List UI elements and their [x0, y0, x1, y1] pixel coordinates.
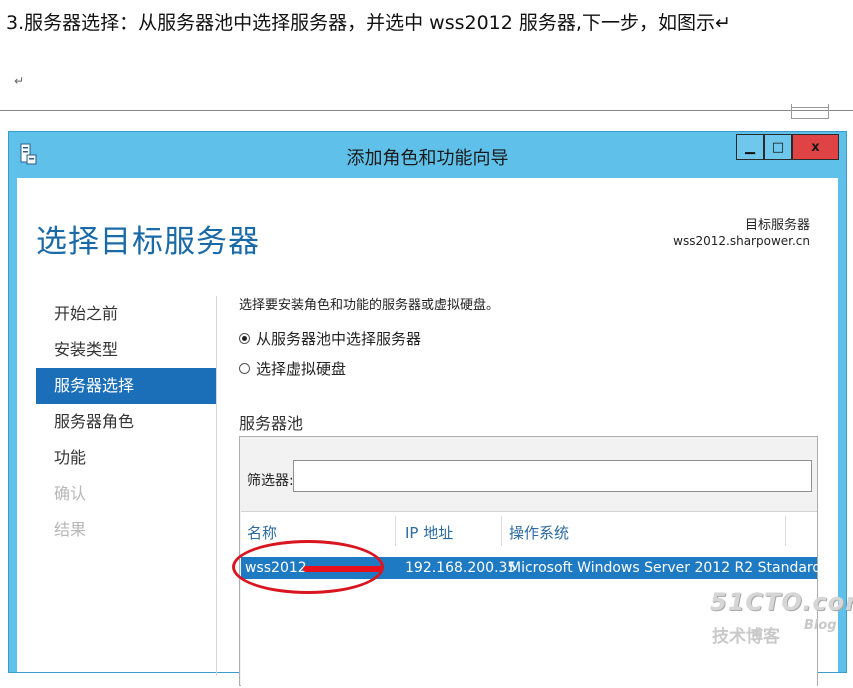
- title-bar[interactable]: 添加角色和功能向导 ▁ □ x: [9, 132, 846, 176]
- column-divider[interactable]: [395, 516, 396, 546]
- nav-item-server-roles[interactable]: 服务器角色: [36, 404, 216, 440]
- column-divider[interactable]: [501, 516, 502, 546]
- nav-divider: [216, 296, 217, 676]
- nav-item-before-you-begin[interactable]: 开始之前: [36, 296, 216, 332]
- filter-label: 筛选器:: [247, 473, 294, 489]
- column-header-name[interactable]: 名称: [247, 522, 277, 543]
- option-server-pool-label: 从服务器池中选择服务器: [256, 330, 422, 348]
- option-server-pool[interactable]: 从服务器池中选择服务器: [239, 328, 421, 349]
- nav-item-features[interactable]: 功能: [36, 440, 216, 476]
- redaction-mark: [303, 566, 383, 572]
- table-row[interactable]: wss2012. 192.168.200.35 Microsoft Window…: [241, 557, 821, 579]
- document-rule: [0, 110, 853, 111]
- destination-server-label: 目标服务器: [744, 218, 810, 233]
- page-title: 选择目标服务器: [36, 224, 260, 260]
- option-virtual-disk-label: 选择虚拟硬盘: [256, 360, 347, 378]
- server-ip-cell: 192.168.200.35: [405, 560, 517, 576]
- watermark: 51CTO.com 技术博客 Blog: [710, 588, 853, 648]
- server-name-cell: wss2012.: [245, 560, 312, 576]
- minimize-button[interactable]: ▁: [736, 134, 764, 160]
- column-divider[interactable]: [785, 516, 786, 546]
- option-virtual-disk[interactable]: 选择虚拟硬盘: [239, 358, 346, 379]
- filter-input[interactable]: [293, 460, 812, 492]
- grid-header: 名称 IP 地址 操作系统: [241, 512, 817, 550]
- server-os-cell: Microsoft Windows Server 2012 R2 Standar…: [509, 560, 822, 576]
- nav-item-installation-type[interactable]: 安装类型: [36, 332, 216, 368]
- nav-item-results: 结果: [54, 520, 87, 539]
- instruction-text: 选择要安装角色和功能的服务器或虚拟硬盘。: [239, 298, 500, 313]
- radio-unselected-icon[interactable]: [239, 363, 250, 374]
- maximize-button[interactable]: □: [764, 134, 792, 160]
- document-heading: 3.服务器选择：从服务器池中选择服务器，并选中 wss2012 服务器,下一步，…: [6, 12, 731, 34]
- nav-item-confirmation: 确认: [54, 484, 87, 503]
- destination-server-name: wss2012.sharpower.cn: [673, 234, 810, 248]
- watermark-logo: 51CTO.com: [710, 588, 853, 616]
- document-table-marker: [791, 104, 829, 119]
- column-header-ip[interactable]: IP 地址: [405, 522, 453, 543]
- return-mark: ↵: [14, 74, 25, 88]
- close-button[interactable]: x: [792, 134, 839, 160]
- wizard-steps-nav: 开始之前 安装类型 服务器选择 服务器角色 功能 确认 结果: [36, 296, 216, 548]
- watermark-blog: Blog: [804, 618, 837, 633]
- radio-selected-icon[interactable]: [239, 333, 250, 344]
- column-header-os[interactable]: 操作系统: [509, 522, 569, 543]
- server-pool-label: 服务器池: [239, 414, 304, 433]
- server-pool-panel: 筛选器: 名称 IP 地址 操作系统 wss2012. 192.168.200.…: [232, 436, 821, 688]
- watermark-subtitle: 技术博客: [712, 627, 780, 647]
- window-title: 添加角色和功能向导: [346, 148, 509, 169]
- nav-item-server-selection[interactable]: 服务器选择: [36, 368, 216, 404]
